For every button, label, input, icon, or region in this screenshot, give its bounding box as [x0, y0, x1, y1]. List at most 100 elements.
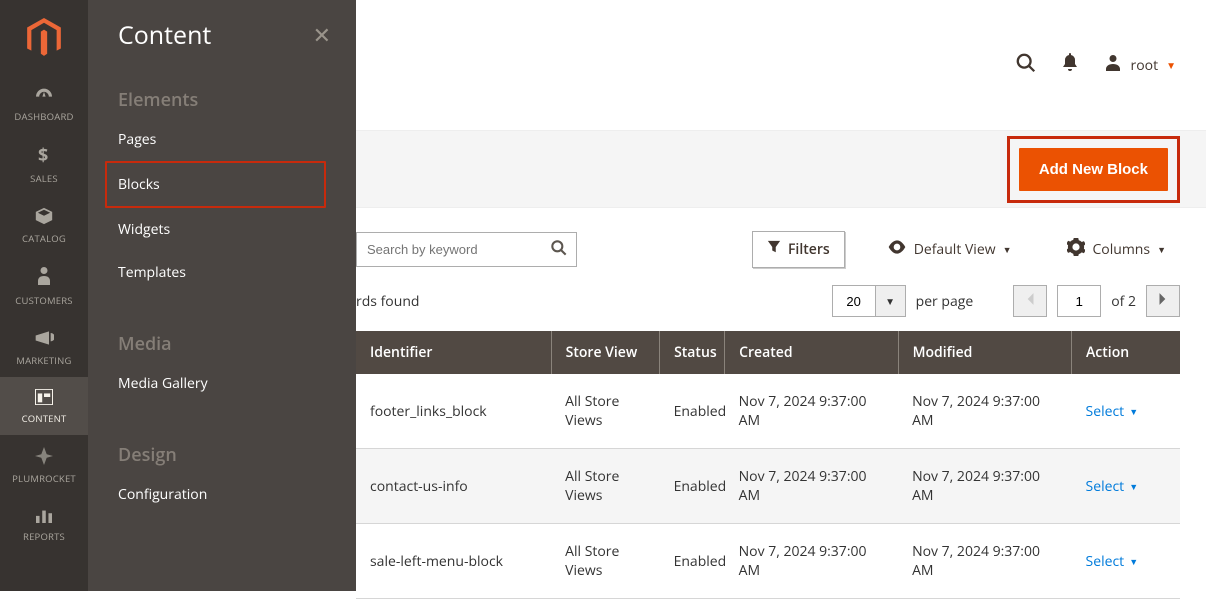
sidebar-item-catalog[interactable]: CATALOG	[0, 195, 88, 255]
sidebar-item-label: MARKETING	[16, 354, 71, 367]
sidebar-item-reports[interactable]: REPORTS	[0, 495, 88, 553]
content-submenu: Content ✕ Elements Pages Blocks Widgets …	[88, 0, 356, 591]
sidebar-item-customers[interactable]: CUSTOMERS	[0, 255, 88, 317]
select-action[interactable]: Select ▼	[1086, 477, 1139, 496]
filters-button[interactable]: Filters	[752, 231, 845, 268]
chevron-down-icon: ▼	[1003, 243, 1012, 256]
cell-store: All Store Views	[551, 524, 659, 599]
dashboard-icon	[34, 87, 54, 106]
submenu-section-design: Design	[118, 429, 326, 473]
megaphone-icon	[34, 329, 54, 350]
bell-icon[interactable]	[1061, 53, 1079, 78]
cell-status: Enabled	[660, 449, 725, 524]
sidebar-item-label: DASHBOARD	[14, 110, 73, 123]
chevron-down-icon: ▼	[1166, 58, 1176, 72]
per-page-dropdown-icon[interactable]: ▼	[876, 285, 906, 317]
person-icon	[37, 267, 51, 290]
sidebar-item-label: CATALOG	[22, 232, 66, 245]
submenu-link-media-gallery[interactable]: Media Gallery	[118, 362, 326, 405]
cell-identifier: footer_links_block	[356, 374, 551, 449]
default-view-button[interactable]: Default View ▼	[873, 232, 1026, 267]
layout-icon	[35, 389, 53, 408]
blocks-grid: Identifier Store View Status Created Mod…	[356, 331, 1180, 599]
sidebar-item-marketing[interactable]: MARKETING	[0, 317, 88, 377]
add-new-block-button[interactable]: Add New Block	[1019, 148, 1168, 191]
add-block-highlight: Add New Block	[1007, 136, 1180, 203]
chevron-down-icon: ▼	[1157, 243, 1166, 256]
records-found-label: rds found	[356, 292, 419, 311]
filters-label: Filters	[788, 240, 830, 259]
sidebar-item-label: PLUMROCKET	[12, 472, 76, 485]
cell-identifier: sale-left-menu-block	[356, 524, 551, 599]
cell-status: Enabled	[660, 374, 725, 449]
gear-icon	[1067, 238, 1085, 261]
cell-created: Nov 7, 2024 9:37:00 AM	[725, 524, 898, 599]
page-input[interactable]	[1057, 285, 1101, 317]
dollar-icon: $	[37, 145, 51, 168]
col-identifier[interactable]: Identifier	[356, 331, 551, 374]
svg-text:$: $	[38, 145, 49, 165]
search-input[interactable]	[356, 232, 577, 267]
user-name: root	[1131, 56, 1159, 75]
select-action[interactable]: Select ▼	[1086, 402, 1139, 421]
table-row[interactable]: sale-left-menu-block All Store Views Ena…	[356, 524, 1180, 599]
chevron-down-icon: ▼	[1129, 480, 1138, 493]
col-action: Action	[1072, 331, 1180, 374]
close-icon[interactable]: ✕	[313, 20, 331, 50]
cell-store: All Store Views	[551, 449, 659, 524]
user-menu[interactable]: root ▼	[1103, 53, 1176, 78]
next-page-button[interactable]	[1146, 285, 1180, 317]
funnel-icon	[767, 240, 781, 259]
columns-label: Columns	[1092, 240, 1150, 259]
col-modified[interactable]: Modified	[898, 331, 1071, 374]
table-row[interactable]: contact-us-info All Store Views Enabled …	[356, 449, 1180, 524]
submenu-link-blocks[interactable]: Blocks	[105, 161, 326, 208]
submenu-title: Content	[118, 18, 211, 52]
cell-created: Nov 7, 2024 9:37:00 AM	[725, 449, 898, 524]
chevron-down-icon: ▼	[1129, 555, 1138, 568]
sidebar-item-dashboard[interactable]: DASHBOARD	[0, 75, 88, 133]
col-created[interactable]: Created	[725, 331, 898, 374]
submenu-link-templates[interactable]: Templates	[118, 251, 326, 294]
default-view-label: Default View	[914, 240, 996, 259]
cell-modified: Nov 7, 2024 9:37:00 AM	[898, 374, 1071, 449]
cell-modified: Nov 7, 2024 9:37:00 AM	[898, 449, 1071, 524]
chevron-left-icon	[1025, 292, 1035, 311]
pager: ▼ per page of 2	[832, 285, 1180, 317]
per-page-input[interactable]	[832, 285, 876, 317]
sidebar-item-label: CUSTOMERS	[15, 294, 72, 307]
select-action[interactable]: Select ▼	[1086, 552, 1139, 571]
columns-button[interactable]: Columns ▼	[1053, 230, 1180, 269]
user-icon	[1103, 53, 1123, 78]
sidebar-item-label: REPORTS	[23, 530, 65, 543]
per-page-label: per page	[916, 292, 974, 311]
cell-created: Nov 7, 2024 9:37:00 AM	[725, 374, 898, 449]
cell-identifier: contact-us-info	[356, 449, 551, 524]
chevron-right-icon	[1158, 292, 1168, 311]
cell-status: Enabled	[660, 524, 725, 599]
chevron-down-icon: ▼	[1129, 405, 1138, 418]
search-submit-icon[interactable]	[549, 238, 569, 263]
search-wrap	[356, 232, 577, 267]
per-page-select[interactable]: ▼	[832, 285, 906, 317]
magento-logo[interactable]	[0, 0, 88, 75]
search-icon[interactable]	[1015, 52, 1037, 79]
submenu-section-media: Media	[118, 318, 326, 362]
submenu-link-configuration[interactable]: Configuration	[118, 473, 326, 504]
cell-modified: Nov 7, 2024 9:37:00 AM	[898, 524, 1071, 599]
submenu-link-pages[interactable]: Pages	[118, 118, 326, 161]
col-status[interactable]: Status	[660, 331, 725, 374]
table-row[interactable]: footer_links_block All Store Views Enabl…	[356, 374, 1180, 449]
cell-store: All Store Views	[551, 374, 659, 449]
prev-page-button[interactable]	[1013, 285, 1047, 317]
sidebar-item-label: CONTENT	[22, 412, 67, 425]
admin-sidebar: DASHBOARD $ SALES CATALOG CUSTOMERS MARK…	[0, 0, 88, 591]
sidebar-item-sales[interactable]: $ SALES	[0, 133, 88, 195]
sidebar-item-content[interactable]: CONTENT	[0, 377, 88, 435]
submenu-link-widgets[interactable]: Widgets	[118, 208, 326, 251]
grid-controls: Filters Default View ▼ Columns ▼	[752, 230, 1180, 269]
col-store-view[interactable]: Store View	[551, 331, 659, 374]
sidebar-item-plumrocket[interactable]: PLUMROCKET	[0, 435, 88, 495]
sidebar-item-label: SALES	[30, 172, 58, 185]
submenu-section-elements: Elements	[118, 74, 326, 118]
